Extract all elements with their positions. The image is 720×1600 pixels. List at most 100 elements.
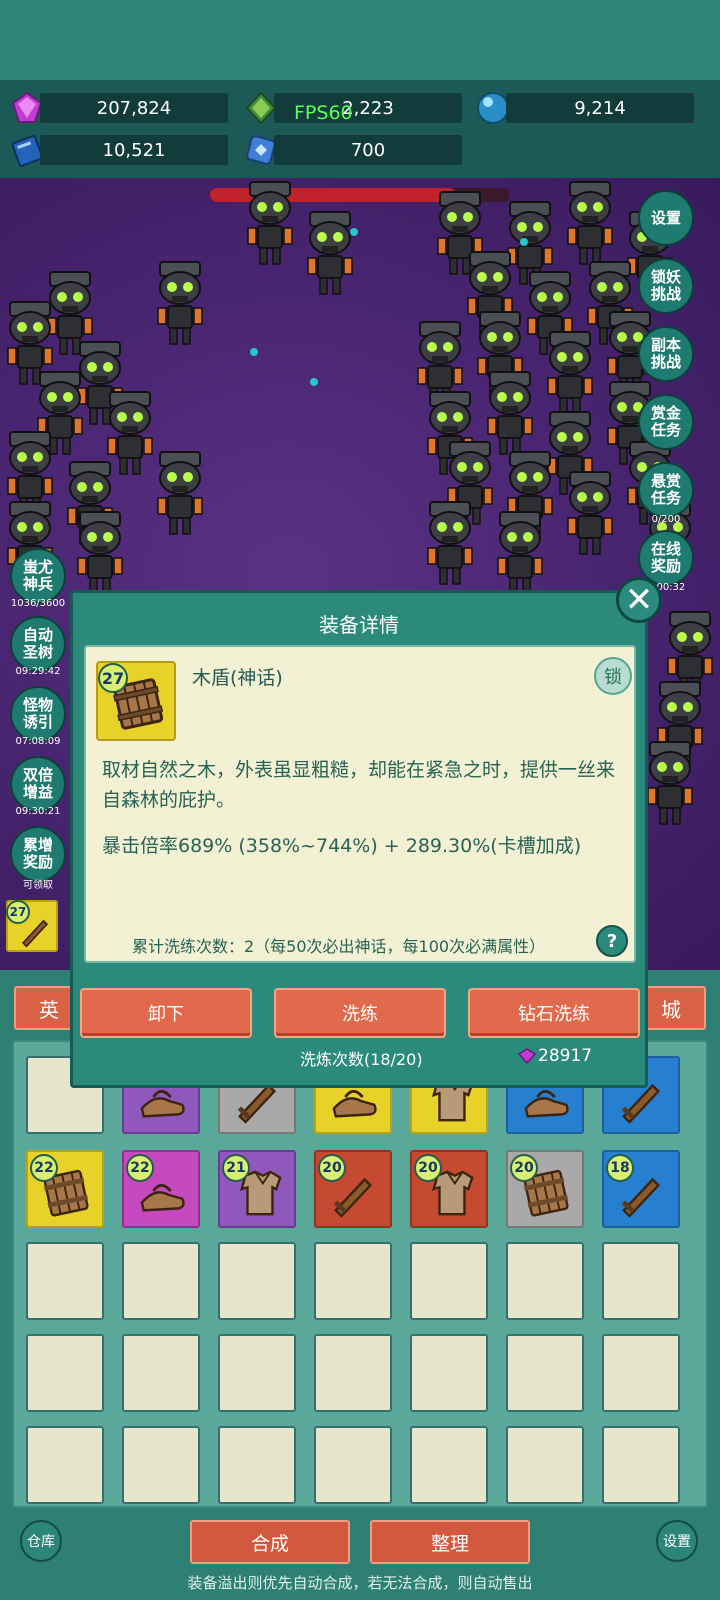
side-button-label: 挑战 xyxy=(650,353,681,371)
skeleton-robot-enemy xyxy=(157,451,203,535)
help-button[interactable]: ? xyxy=(596,925,628,957)
inventory-slot[interactable] xyxy=(218,1242,296,1320)
side-button-left[interactable]: 累增 奖励 xyxy=(10,826,66,882)
merge-button[interactable]: 合成 xyxy=(190,1520,350,1564)
inventory-slot[interactable] xyxy=(506,1334,584,1412)
side-button-left[interactable]: 自动 圣树 xyxy=(10,616,66,672)
inventory-slot[interactable]: 22 xyxy=(26,1150,104,1228)
warehouse-button[interactable]: 仓库 xyxy=(20,1520,62,1562)
projectile-orb xyxy=(310,378,318,386)
side-button-left[interactable]: 怪物 诱引 xyxy=(10,686,66,742)
side-button-left[interactable]: 蚩尤 神兵 xyxy=(10,548,66,604)
item-name: 木盾(神话) xyxy=(192,667,283,689)
side-button-right[interactable]: 设置 xyxy=(638,190,694,246)
inventory-slot[interactable] xyxy=(218,1334,296,1412)
inventory-slot[interactable] xyxy=(602,1242,680,1320)
inventory-slot[interactable] xyxy=(410,1334,488,1412)
green-gem-icon xyxy=(245,91,277,125)
side-button-right[interactable]: 锁妖 挑战 xyxy=(638,258,694,314)
close-button[interactable]: ✕ xyxy=(616,577,662,623)
slot-level-badge: 20 xyxy=(318,1154,346,1182)
equipped-slot[interactable]: 27 xyxy=(6,900,58,952)
slot-level-badge: 22 xyxy=(126,1154,154,1182)
inventory-slot[interactable] xyxy=(122,1242,200,1320)
scroll-count: 700 xyxy=(274,135,462,165)
side-button-label: 蚩尤 xyxy=(22,558,53,576)
inventory-slot[interactable] xyxy=(314,1334,392,1412)
inventory-slot[interactable] xyxy=(314,1426,392,1504)
inventory-slot[interactable] xyxy=(26,1242,104,1320)
unequip-button[interactable]: 卸下 xyxy=(80,988,252,1038)
inventory-slot[interactable] xyxy=(122,1334,200,1412)
skeleton-robot-enemy xyxy=(427,501,473,585)
side-button-label: 任务 xyxy=(650,489,681,507)
side-button-label: 任务 xyxy=(650,421,681,439)
game-screen: 207,824 2,223 9,214 10,521 700 FPS60 蚩尤神… xyxy=(0,0,720,1600)
side-button-label: 诱引 xyxy=(22,713,53,731)
side-button-label: 自动 xyxy=(22,626,53,644)
slot-level-badge: 22 xyxy=(30,1154,58,1182)
settings-button-bottom[interactable]: 设置 xyxy=(656,1520,698,1562)
orb-count: 9,214 xyxy=(506,93,694,123)
purple-gem-icon xyxy=(11,91,43,123)
side-button-label: 锁妖 xyxy=(650,268,681,286)
item-icon-frame: 27 xyxy=(96,661,176,741)
inventory-slot[interactable] xyxy=(506,1242,584,1320)
inventory-slot[interactable] xyxy=(506,1426,584,1504)
side-button-left[interactable]: 双倍 增益 xyxy=(10,756,66,812)
inventory-slot[interactable] xyxy=(410,1242,488,1320)
skeleton-robot-enemy xyxy=(497,511,543,595)
inventory-slot[interactable]: 21 xyxy=(218,1150,296,1228)
inventory-slot[interactable]: 20 xyxy=(506,1150,584,1228)
side-button-label: 双倍 xyxy=(22,766,53,784)
lock-button[interactable]: 锁 xyxy=(594,657,632,695)
skeleton-robot-enemy xyxy=(77,511,123,595)
inventory-slot[interactable] xyxy=(26,1426,104,1504)
refine-count: 洗炼次数(18/20) xyxy=(300,1050,423,1069)
diamond-refine-button[interactable]: 钻石洗练 xyxy=(468,988,640,1038)
inventory-slot[interactable] xyxy=(314,1242,392,1320)
top-bar xyxy=(0,0,720,80)
diamond-cost: 28917 xyxy=(538,1046,593,1066)
projectile-orb xyxy=(250,348,258,356)
inventory-slot[interactable] xyxy=(122,1426,200,1504)
inventory-slot[interactable]: 18 xyxy=(602,1150,680,1228)
wooden-sword-icon xyxy=(21,919,49,948)
diamond-icon xyxy=(518,1048,536,1064)
side-button-sublabel: 09:29:42 xyxy=(15,666,61,677)
side-button-sublabel: 0/200 xyxy=(651,514,681,525)
sort-button[interactable]: 整理 xyxy=(370,1520,530,1564)
side-button-right[interactable]: 悬赏 任务 xyxy=(638,462,694,518)
item-level-badge: 27 xyxy=(98,663,128,693)
inventory-slot[interactable] xyxy=(26,1334,104,1412)
inventory-slot[interactable] xyxy=(410,1426,488,1504)
skeleton-robot-enemy xyxy=(567,471,613,555)
inventory-slot[interactable] xyxy=(602,1334,680,1412)
skeleton-robot-enemy xyxy=(307,211,353,295)
skeleton-robot-enemy xyxy=(247,181,293,265)
side-button-label: 累增 xyxy=(22,836,53,854)
side-button-label: 悬赏 xyxy=(650,472,681,490)
inventory-slot[interactable]: 20 xyxy=(314,1150,392,1228)
side-button-right[interactable]: 副本 挑战 xyxy=(638,326,694,382)
refine-button[interactable]: 洗练 xyxy=(274,988,446,1038)
side-button-right[interactable]: 赏金 任务 xyxy=(638,394,694,450)
inventory-slot[interactable]: 20 xyxy=(410,1150,488,1228)
footer-hint: 装备溢出则优先自动合成，若无法合成，则自动售出 xyxy=(187,1574,533,1592)
slot-level-badge: 20 xyxy=(510,1154,538,1182)
fps-counter: FPS60 xyxy=(294,102,353,124)
side-button-sublabel: 1036/3600 xyxy=(10,598,66,609)
inventory-slot[interactable] xyxy=(602,1426,680,1504)
blue-book-icon xyxy=(11,135,44,167)
side-button-sublabel: 07:08:09 xyxy=(15,736,61,747)
side-button-label: 副本 xyxy=(650,336,681,354)
resource-panel: 207,824 2,223 9,214 10,521 700 xyxy=(0,80,720,178)
inventory-slot[interactable]: 22 xyxy=(122,1150,200,1228)
gem-count: 207,824 xyxy=(40,93,228,123)
side-button-label: 神兵 xyxy=(22,575,53,593)
slot-level-badge: 21 xyxy=(222,1154,250,1182)
skeleton-robot-enemy xyxy=(647,741,693,825)
side-button-label: 奖励 xyxy=(650,557,681,575)
inventory-slot[interactable] xyxy=(218,1426,296,1504)
side-button-label: 在线 xyxy=(650,540,681,558)
